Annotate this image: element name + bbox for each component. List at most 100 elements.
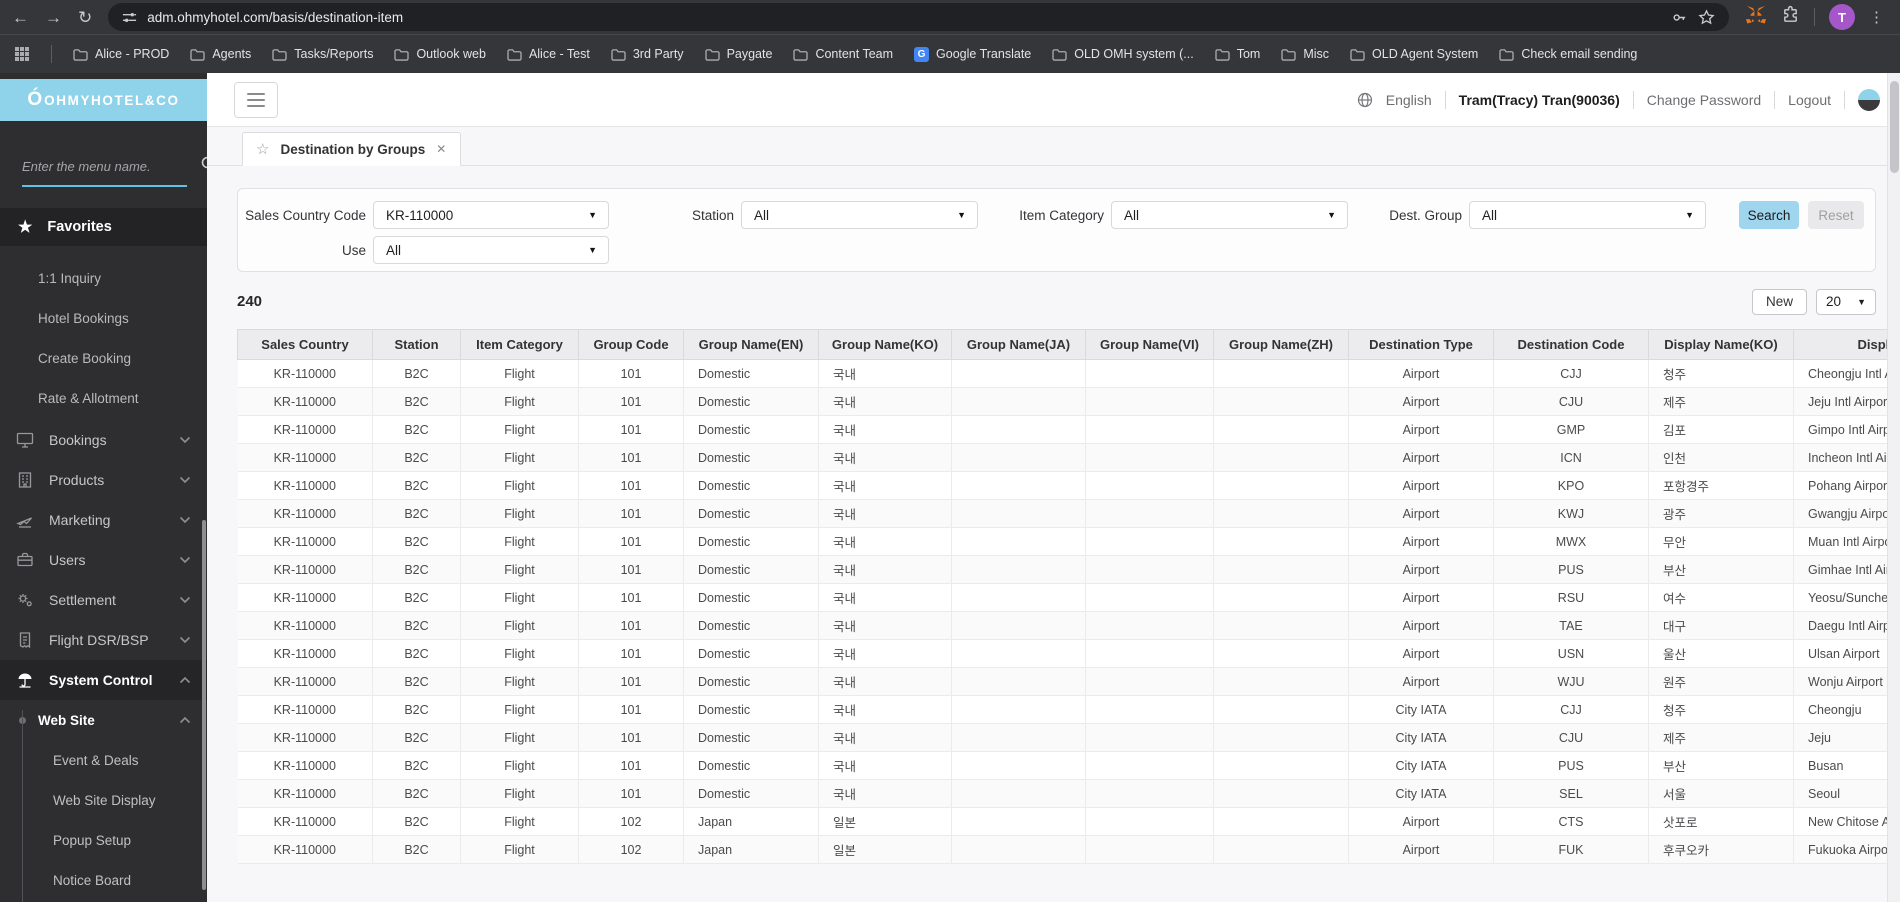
- bookmark-item[interactable]: 3rd Party: [611, 47, 684, 61]
- bookmark-item[interactable]: Paygate: [704, 47, 772, 61]
- scrollbar-thumb[interactable]: [1890, 81, 1899, 173]
- apps-grid-icon[interactable]: [14, 46, 30, 62]
- page-size-select[interactable]: 20 ▼: [1816, 288, 1876, 315]
- sidebar-item-create-booking[interactable]: Create Booking: [0, 338, 207, 378]
- site-settings-icon[interactable]: [122, 10, 137, 25]
- table-cell: Flight: [460, 667, 579, 696]
- table-cell: [1085, 527, 1214, 556]
- table-row[interactable]: KR-110000 B2C Flight 101 Domestic 국내 Airport CJ…: [237, 387, 1900, 416]
- table-cell: 101: [578, 415, 684, 444]
- user-name[interactable]: Tram(Tracy) Tran(90036): [1459, 92, 1620, 108]
- table-cell: CJJ: [1493, 359, 1649, 388]
- table-cell: [951, 723, 1086, 752]
- table-row[interactable]: KR-110000 B2C Flight 101 Domestic 국내 City IATA…: [237, 779, 1900, 808]
- sales-country-code-select[interactable]: KR-110000 ▼: [373, 201, 609, 229]
- tab-favorite-star-icon[interactable]: ☆: [256, 140, 269, 158]
- sidebar-item-settlement[interactable]: Settlement: [0, 580, 207, 620]
- back-icon[interactable]: ←: [12, 9, 29, 26]
- table-row[interactable]: KR-110000 B2C Flight 102 Japan 일본 Airport FUK 후쿠…: [237, 835, 1900, 864]
- search-button[interactable]: Search: [1739, 201, 1799, 229]
- sidebar-item-marketing[interactable]: Marketing: [0, 500, 207, 540]
- sidebar-item-flight-dsr-bsp[interactable]: Flight DSR/BSP: [0, 620, 207, 660]
- bookmark-item[interactable]: Alice - PROD: [73, 47, 169, 61]
- table-row[interactable]: KR-110000 B2C Flight 101 Domestic 국내 Airport US…: [237, 639, 1900, 668]
- logout-link[interactable]: Logout: [1788, 92, 1831, 108]
- table-row[interactable]: KR-110000 B2C Flight 101 Domestic 국내 City IATA…: [237, 695, 1900, 724]
- station-select[interactable]: All ▼: [741, 201, 978, 229]
- table-row[interactable]: KR-110000 B2C Flight 102 Japan 일본 Airport CTS 삿포…: [237, 807, 1900, 836]
- bookmark-item[interactable]: Agents: [190, 47, 251, 61]
- item-category-select[interactable]: All ▼: [1111, 201, 1348, 229]
- sidebar-scrollbar[interactable]: [202, 520, 206, 890]
- sidebar-item-products[interactable]: Products: [0, 460, 207, 500]
- sidebar-item-web-site-display[interactable]: Web Site Display: [0, 780, 207, 820]
- extensions-puzzle-icon[interactable]: [1781, 5, 1800, 29]
- bookmark-star-icon[interactable]: [1698, 8, 1715, 26]
- tab-close-icon[interactable]: ✕: [436, 142, 446, 156]
- bookmark-item[interactable]: Outlook web: [394, 47, 486, 61]
- table-cell: Airport: [1348, 471, 1494, 500]
- password-key-icon[interactable]: [1671, 9, 1688, 26]
- table-row[interactable]: KR-110000 B2C Flight 101 Domestic 국내 Airport IC…: [237, 443, 1900, 472]
- sidebar-item-rate-allotment[interactable]: Rate & Allotment: [0, 378, 207, 418]
- app-logo[interactable]: Ó OHMYHOTEL&CO: [0, 79, 207, 121]
- sidebar-item-event-deals[interactable]: Event & Deals: [0, 740, 207, 780]
- hamburger-menu-button[interactable]: [234, 81, 278, 118]
- profile-avatar[interactable]: T: [1829, 4, 1855, 30]
- theme-toggle-icon[interactable]: [1858, 88, 1880, 111]
- bookmark-label: Tom: [1236, 47, 1261, 61]
- table-row[interactable]: KR-110000 B2C Flight 101 Domestic 국내 Airport RS…: [237, 583, 1900, 612]
- sidebar-item-users[interactable]: Users: [0, 540, 207, 580]
- table-row[interactable]: KR-110000 B2C Flight 101 Domestic 국내 Airport KP…: [237, 471, 1900, 500]
- sidebar-item-bookings[interactable]: Bookings: [0, 420, 207, 460]
- table-row[interactable]: KR-110000 B2C Flight 101 Domestic 국내 Airport WJ…: [237, 667, 1900, 696]
- table-row[interactable]: KR-110000 B2C Flight 101 Domestic 국내 City IATA…: [237, 723, 1900, 752]
- page-scrollbar[interactable]: [1887, 73, 1900, 902]
- browser-toolbar: ← → ↻ adm.ohmyhotel.com/basis/destinatio…: [0, 0, 1900, 34]
- bookmark-item[interactable]: OLD Agent System: [1350, 47, 1478, 61]
- table-row[interactable]: KR-110000 B2C Flight 101 Domestic 국내 Airport KW…: [237, 499, 1900, 528]
- table-cell: 101: [578, 667, 684, 696]
- table-row[interactable]: KR-110000 B2C Flight 101 Domestic 국내 Airport GM…: [237, 415, 1900, 444]
- table-row[interactable]: KR-110000 B2C Flight 101 Domestic 국내 Airport PU…: [237, 555, 1900, 584]
- bookmark-item[interactable]: Check email sending: [1499, 47, 1637, 61]
- dest-group-select[interactable]: All ▼: [1469, 201, 1706, 229]
- use-select[interactable]: All ▼: [373, 236, 609, 264]
- sidebar-item-hotel-bookings[interactable]: Hotel Bookings: [0, 298, 207, 338]
- reset-button[interactable]: Reset: [1808, 201, 1864, 229]
- new-button[interactable]: New: [1751, 288, 1807, 315]
- sidebar-item-system-control[interactable]: System Control: [0, 660, 207, 700]
- sidebar-item-web-site[interactable]: Web Site: [0, 700, 207, 740]
- bookmark-item[interactable]: G Google Translate: [914, 46, 1031, 62]
- column-header: Group Code: [578, 329, 684, 360]
- chevron-down-icon: [179, 436, 191, 444]
- table-row[interactable]: KR-110000 B2C Flight 101 Domestic 국내 Airport MW…: [237, 527, 1900, 556]
- menu-search-input[interactable]: [22, 159, 200, 174]
- table-cell: 101: [578, 387, 684, 416]
- bookmark-item[interactable]: Alice - Test: [507, 47, 590, 61]
- table-row[interactable]: KR-110000 B2C Flight 101 Domestic 국내 Airport TA…: [237, 611, 1900, 640]
- bookmark-item[interactable]: Tom: [1215, 47, 1261, 61]
- table-row[interactable]: KR-110000 B2C Flight 101 Domestic 국내 City IATA…: [237, 751, 1900, 780]
- bookmark-item[interactable]: Misc: [1281, 47, 1329, 61]
- language-selector[interactable]: English: [1386, 92, 1432, 108]
- change-password-link[interactable]: Change Password: [1647, 92, 1761, 108]
- search-icon[interactable]: [200, 155, 207, 178]
- table-cell: 국내: [818, 779, 952, 808]
- table-cell: B2C: [372, 695, 461, 724]
- bookmark-item[interactable]: Content Team: [793, 47, 893, 61]
- sidebar-item-popup-setup[interactable]: Popup Setup: [0, 820, 207, 860]
- tab-destination-by-groups[interactable]: ☆ Destination by Groups ✕: [242, 132, 462, 166]
- table-row[interactable]: KR-110000 B2C Flight 101 Domestic 국내 Airport CJ…: [237, 359, 1900, 388]
- sidebar-item-1-1-inquiry[interactable]: 1:1 Inquiry: [0, 258, 207, 298]
- sidebar-section-favorites[interactable]: ★ Favorites: [0, 208, 207, 246]
- table-cell: 101: [578, 359, 684, 388]
- sidebar-item-notice-board[interactable]: Notice Board: [0, 860, 207, 900]
- bookmark-item[interactable]: Tasks/Reports: [272, 47, 373, 61]
- reload-icon[interactable]: ↻: [78, 9, 92, 26]
- bookmark-item[interactable]: OLD OMH system (...: [1052, 47, 1194, 61]
- browser-menu-icon[interactable]: ⋮: [1869, 8, 1884, 26]
- address-bar[interactable]: adm.ohmyhotel.com/basis/destination-item: [108, 3, 1729, 31]
- forward-icon[interactable]: →: [45, 9, 62, 26]
- metamask-extension-icon[interactable]: [1745, 5, 1767, 30]
